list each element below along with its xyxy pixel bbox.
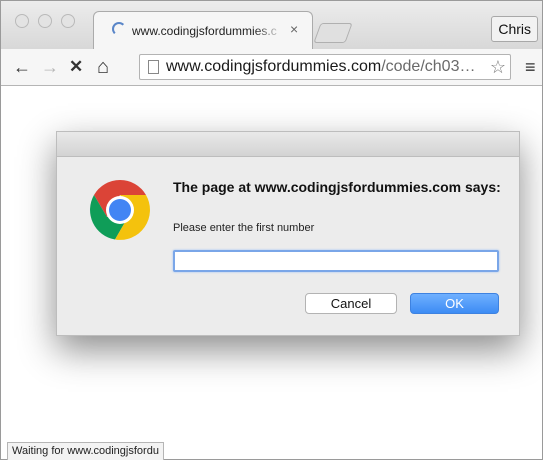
prompt-input[interactable] — [173, 250, 499, 272]
window-controls — [15, 14, 75, 28]
tab-strip: www.codingjsfordummies.c × Chris — [1, 1, 542, 50]
cancel-button[interactable]: Cancel — [305, 293, 397, 314]
dialog-heading: The page at www.codingjsfordummies.com s… — [173, 179, 501, 195]
profile-button[interactable]: Chris — [491, 16, 538, 42]
back-icon[interactable]: ← — [13, 58, 31, 76]
spinner-icon — [112, 22, 126, 36]
tab-title-fade — [254, 20, 284, 40]
minimize-window-button[interactable] — [38, 14, 52, 28]
close-icon[interactable]: × — [290, 21, 298, 37]
page-icon — [148, 60, 159, 74]
ok-button[interactable]: OK — [410, 293, 499, 314]
dialog-message: Please enter the first number — [173, 222, 315, 234]
dialog-titlebar[interactable] — [57, 132, 519, 157]
url-path: /code/ch03… — [381, 58, 476, 75]
stop-icon[interactable]: ✕ — [69, 58, 83, 76]
zoom-window-button[interactable] — [61, 14, 75, 28]
url-text: www.codingjsfordummies.com/code/ch03… — [166, 58, 475, 76]
prompt-dialog: The page at www.codingjsfordummies.com s… — [56, 131, 520, 336]
menu-icon[interactable]: ≡ — [525, 58, 536, 76]
browser-tab[interactable]: www.codingjsfordummies.c × — [93, 11, 313, 50]
star-icon[interactable]: ☆ — [490, 57, 506, 78]
chrome-logo-icon — [90, 180, 150, 240]
new-tab-button[interactable] — [313, 23, 353, 43]
forward-icon[interactable]: → — [41, 58, 59, 76]
address-bar[interactable]: www.codingjsfordummies.com/code/ch03… ☆ — [139, 54, 511, 80]
status-bar: Waiting for www.codingjsfordu — [7, 442, 164, 460]
close-window-button[interactable] — [15, 14, 29, 28]
home-icon[interactable]: ⌂ — [97, 57, 109, 77]
url-host: www.codingjsfordummies.com — [166, 58, 382, 75]
browser-toolbar: ← → ✕ ⌂ www.codingjsfordummies.com/code/… — [1, 49, 542, 86]
